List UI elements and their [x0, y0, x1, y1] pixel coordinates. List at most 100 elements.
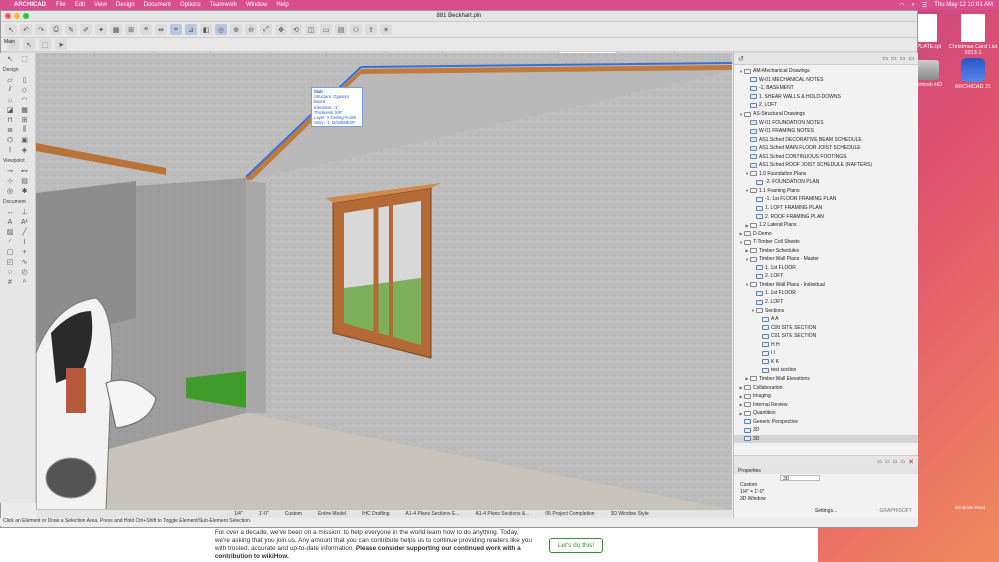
publish-icon[interactable]: ⇪ [365, 24, 377, 35]
align-icon[interactable]: ≡ [140, 24, 152, 35]
redo-icon[interactable]: ↷ [35, 24, 47, 35]
navigator-item[interactable]: 2. ROOF FRAMING PLAN [734, 212, 918, 221]
grid-icon[interactable]: ▦ [110, 24, 122, 35]
navigator-item[interactable]: AS1.Sched MAIN FLOOR JOIST SCHEDULE [734, 144, 918, 153]
navigator-item[interactable]: ▶ Collaboration [734, 383, 918, 392]
menu-teamwork[interactable]: Teamwork [210, 2, 237, 8]
navigator-item[interactable]: Generic Perspective [734, 417, 918, 426]
navigator-item[interactable]: 2. LOFT [734, 272, 918, 281]
menu-design[interactable]: Design [116, 2, 135, 8]
navigator-item[interactable]: 2. LOFT [734, 298, 918, 307]
arrow-tool-icon[interactable]: ↖ [4, 55, 16, 63]
layout-book-icon[interactable]: ▭ [900, 55, 906, 62]
search-icon[interactable]: ⌕ [912, 2, 915, 9]
navigator-item[interactable]: W-01 MECHANICAL NOTES [734, 76, 918, 85]
menu-help[interactable]: Help [276, 2, 288, 8]
navigator-item[interactable]: ▼ Timber Wall Plans - Individual [734, 281, 918, 290]
slab-tool-icon[interactable]: ◇ [19, 86, 31, 94]
navigator-item[interactable]: K K [734, 358, 918, 367]
section-icon[interactable]: ◫ [305, 24, 317, 35]
quick-option[interactable]: 05 Project Completion [537, 511, 602, 517]
dimension-tool-icon[interactable]: ↔ [4, 208, 16, 216]
clock[interactable]: Thu May 12 10:01 AM [934, 2, 993, 8]
snap-icon[interactable]: ⊞ [125, 24, 137, 35]
figure-tool-icon[interactable]: ◰ [4, 258, 16, 266]
navigator-item[interactable]: 1. 1st FLOOR [734, 289, 918, 298]
menu-edit[interactable]: Edit [75, 2, 85, 8]
snap-guides-icon[interactable]: ⊿ [185, 24, 197, 35]
navigator-back-icon[interactable]: ↺ [738, 55, 744, 63]
fill-tool-icon[interactable]: ▨ [4, 228, 16, 236]
layer-combination[interactable]: Custom [740, 482, 757, 488]
menu-view[interactable]: View [94, 2, 107, 8]
menu-document[interactable]: Document [144, 2, 171, 8]
navigator-item[interactable]: ▶ Timber Schedules [734, 246, 918, 255]
quick-option[interactable]: Entire Model [310, 511, 354, 517]
beam-tool-icon[interactable]: ⫽ [4, 86, 16, 94]
distribute-icon[interactable]: ⇹ [155, 24, 167, 35]
navigator-item[interactable]: H H [734, 341, 918, 350]
object-tool-icon[interactable]: ⌬ [4, 136, 16, 144]
stair-tool-icon[interactable]: ≣ [4, 126, 16, 134]
navigator-item[interactable]: -2. FOUNDATION PLAN [734, 178, 918, 187]
navigator-item[interactable]: ▼ T-Timber Coil Sheets [734, 238, 918, 247]
label-tool-icon[interactable]: A¹ [19, 218, 31, 226]
quick-option[interactable]: A1-4 Plans Sections &... [467, 511, 537, 517]
app-menu[interactable]: ARCHICAD [14, 2, 46, 8]
window-tool-icon[interactable]: ⊞ [19, 116, 31, 124]
project-map-icon[interactable]: ▭ [882, 55, 888, 62]
navigator-item[interactable]: 1. SHEAR WALLS & HOLD-DOWNS [734, 93, 918, 102]
close-window-button[interactable] [5, 13, 11, 19]
hotspot-tool-icon[interactable]: + [19, 248, 31, 256]
spline-tool-icon[interactable]: ∿ [19, 258, 31, 266]
polyline-tool-icon[interactable]: ⌇ [19, 238, 31, 246]
wall-tool-icon[interactable]: ▱ [4, 76, 16, 84]
layout-icon[interactable]: ▤ [335, 24, 347, 35]
navigator-item[interactable]: 1. LOFT FRAMING PLAN [734, 204, 918, 213]
explore-icon[interactable]: ⟲ [290, 24, 302, 35]
navigator-item[interactable]: I I [734, 349, 918, 358]
publisher-icon[interactable]: ▭ [908, 55, 914, 62]
mesh-tool-icon[interactable]: ⌇ [4, 146, 16, 154]
scale-value[interactable]: 1/4" = 1'-0" [740, 489, 764, 495]
desktop-icon-christmas[interactable]: Christmas Card List 2013-1 [948, 14, 998, 56]
minimize-window-button[interactable] [14, 13, 20, 19]
elevation-icon[interactable]: ▭ [320, 24, 332, 35]
shell-tool-icon[interactable]: ◠ [19, 96, 31, 104]
door-tool-icon[interactable]: ⊓ [4, 116, 16, 124]
navigator-item[interactable]: -1. BASEMENT [734, 84, 918, 93]
camera-tool-icon[interactable]: ⌕ [19, 278, 31, 286]
wifi-icon[interactable]: ◠ [899, 2, 904, 9]
section-tool-icon[interactable]: ⊸ [4, 167, 16, 175]
skylight-tool-icon[interactable]: ◪ [4, 106, 16, 114]
fit-window-icon[interactable]: ⤢ [260, 24, 272, 35]
navigator-item[interactable]: C01 SITE SECTION [734, 332, 918, 341]
grid-tool-icon[interactable]: # [4, 278, 16, 286]
navigator-item[interactable]: 3D [734, 426, 918, 435]
change-tool-icon[interactable]: ✱ [19, 187, 31, 195]
radial-dim-tool-icon[interactable]: ◴ [19, 268, 31, 276]
quick-option[interactable]: 1'-0" [251, 511, 277, 517]
drawing-tool-icon[interactable]: ▢ [4, 248, 16, 256]
navigator-item[interactable]: -1. 1st FLOOR FRAMING PLAN [734, 195, 918, 204]
navigator-item[interactable]: 3D [734, 434, 918, 444]
column-tool-icon[interactable]: ▯ [19, 76, 31, 84]
undo-icon[interactable]: ↶ [20, 24, 32, 35]
railing-tool-icon[interactable]: ⫼ [19, 126, 31, 134]
detail-tool-icon[interactable]: ◎ [4, 187, 16, 195]
arc-tool-icon[interactable]: ◜ [4, 238, 16, 246]
curtain-wall-tool-icon[interactable]: ▦ [19, 106, 31, 114]
quick-option[interactable]: 1/4" [226, 511, 251, 517]
navigator-item[interactable]: W-01 FRAMING NOTES [734, 127, 918, 136]
3d-scene[interactable] [36, 53, 732, 510]
arrow-icon[interactable]: ➤ [55, 39, 67, 50]
roof-tool-icon[interactable]: ⌂ [4, 96, 16, 104]
navigator-item[interactable]: A A [734, 315, 918, 324]
lets-do-this-button[interactable]: Let's do this! [548, 537, 604, 553]
zoom-out-icon[interactable]: ⊖ [245, 24, 257, 35]
menu-window[interactable]: Window [246, 2, 267, 8]
morph-tool-icon[interactable]: ◈ [19, 146, 31, 154]
eyedropper-icon[interactable]: ✎ [65, 24, 77, 35]
text-tool-icon[interactable]: A [4, 218, 16, 226]
line-tool-icon[interactable]: ╱ [19, 228, 31, 236]
